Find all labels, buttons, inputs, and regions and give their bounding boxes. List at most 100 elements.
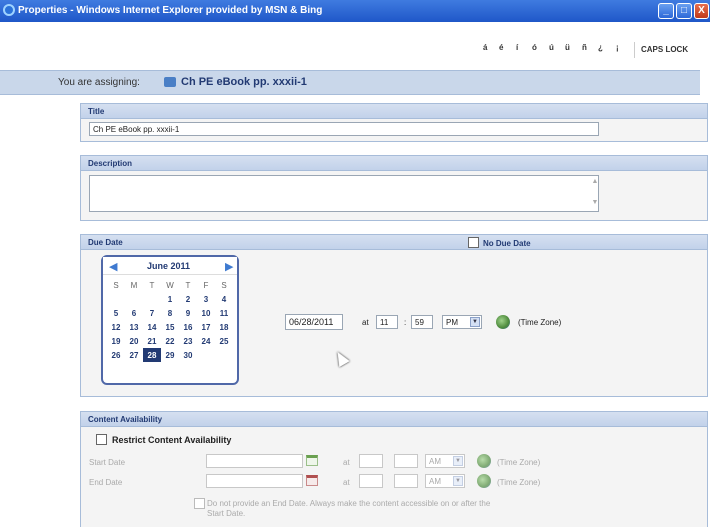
char-button[interactable]: í (516, 43, 518, 52)
calendar-empty-cell (197, 348, 215, 362)
char-button[interactable]: é (499, 43, 503, 52)
calendar-day[interactable]: 27 (125, 348, 143, 362)
calendar-weekday: S (221, 280, 227, 290)
scroll-up-icon[interactable]: ▲ (590, 178, 600, 188)
caps-lock-button[interactable]: CAPS LOCK (634, 42, 698, 58)
scroll-down-icon[interactable]: ▼ (590, 199, 600, 209)
char-button[interactable]: ¡ (616, 43, 619, 52)
end-minute-input[interactable] (394, 474, 418, 488)
no-end-date-checkbox[interactable] (194, 498, 205, 509)
char-button[interactable]: ó (532, 43, 537, 52)
calendar-day[interactable]: 6 (125, 306, 143, 320)
calendar-day[interactable]: 13 (125, 320, 143, 334)
calendar-day[interactable]: 9 (179, 306, 197, 320)
calendar: ◀ June 2011 ▶ S M T W T F S 1 2 3 4 5 6 7 8 9 10 11 12 13 14… (101, 255, 239, 385)
calendar-day[interactable]: 24 (197, 334, 215, 348)
end-at-label: at (343, 478, 350, 487)
start-time-zone-label[interactable]: (Time Zone) (497, 458, 540, 467)
close-button[interactable]: X (694, 3, 709, 19)
hour-input[interactable]: 11 (376, 315, 398, 329)
assigning-label: You are assigning: (58, 77, 140, 88)
no-end-date-label: Do not provide an End Date. Always make … (207, 499, 491, 518)
no-due-date-label: No Due Date (483, 239, 531, 248)
end-ampm-select[interactable]: AM ▼ (425, 474, 465, 488)
maximize-button[interactable]: □ (676, 3, 692, 19)
char-button[interactable]: ú (549, 43, 554, 52)
due-date-input[interactable]: 06/28/2011 (285, 314, 343, 330)
calendar-day[interactable]: 29 (161, 348, 179, 362)
calendar-day[interactable]: 14 (143, 320, 161, 334)
minimize-button[interactable]: _ (658, 3, 674, 19)
calendar-day[interactable]: 15 (161, 320, 179, 334)
calendar-day[interactable]: 11 (215, 306, 233, 320)
calendar-day[interactable]: 16 (179, 320, 197, 334)
calendar-day[interactable]: 2 (179, 292, 197, 306)
previous-month-icon[interactable]: ◀ (109, 260, 117, 273)
calendar-day[interactable]: 25 (215, 334, 233, 348)
window-title: Properties - Windows Internet Explorer p… (18, 5, 323, 16)
calendar-empty-cell (107, 292, 125, 306)
start-at-label: at (343, 458, 350, 467)
content-availability-section: Content Availability Restrict Content Av… (80, 411, 708, 527)
title-section: Title Ch PE eBook pp. xxxii-1 (80, 103, 708, 142)
start-hour-input[interactable] (359, 454, 383, 468)
description-section-heading: Description (81, 156, 707, 171)
ampm-value: PM (446, 318, 458, 327)
calendar-empty-cell (125, 292, 143, 306)
chevron-down-icon: ▼ (470, 317, 480, 327)
calendar-day[interactable]: 5 (107, 306, 125, 320)
calendar-day[interactable]: 18 (215, 320, 233, 334)
next-month-icon[interactable]: ▶ (225, 260, 233, 273)
end-hour-input[interactable] (359, 474, 383, 488)
minute-input[interactable]: 59 (411, 315, 433, 329)
time-zone-globe-icon[interactable] (496, 315, 510, 329)
restrict-content-checkbox[interactable] (96, 434, 107, 445)
no-due-date-checkbox[interactable] (468, 237, 479, 248)
calendar-day[interactable]: 22 (161, 334, 179, 348)
end-time-zone-label[interactable]: (Time Zone) (497, 478, 540, 487)
calendar-day[interactable]: 20 (125, 334, 143, 348)
window-titlebar: Properties - Windows Internet Explorer p… (0, 0, 710, 22)
calendar-grid: S M T W T F S 1 2 3 4 5 6 7 8 9 10 11 12 13 14 15 16 17 18 19 20 21… (107, 278, 233, 362)
ampm-select[interactable]: PM ▼ (442, 315, 482, 329)
calendar-day[interactable]: 3 (197, 292, 215, 306)
calendar-empty-cell (143, 292, 161, 306)
calendar-day-selected[interactable]: 28 (143, 348, 161, 362)
ebook-icon (164, 77, 176, 87)
calendar-weekday: S (113, 280, 119, 290)
due-date-heading: Due Date (81, 235, 707, 250)
start-ampm-select[interactable]: AM ▼ (425, 454, 465, 468)
time-zone-globe-icon[interactable] (477, 474, 491, 488)
char-button[interactable]: ¿ (598, 43, 603, 52)
calendar-day[interactable]: 17 (197, 320, 215, 334)
title-input[interactable]: Ch PE eBook pp. xxxii-1 (89, 122, 599, 136)
time-zone-label[interactable]: (Time Zone) (518, 318, 561, 327)
chevron-down-icon: ▼ (453, 456, 463, 466)
start-minute-input[interactable] (394, 454, 418, 468)
calendar-day[interactable]: 10 (197, 306, 215, 320)
description-textarea[interactable] (89, 175, 599, 212)
calendar-day[interactable]: 8 (161, 306, 179, 320)
char-button[interactable]: ü (565, 43, 570, 52)
start-ampm-value: AM (429, 457, 441, 466)
time-zone-globe-icon[interactable] (477, 454, 491, 468)
calendar-icon[interactable] (306, 475, 318, 486)
calendar-weekday: T (185, 280, 191, 290)
calendar-icon[interactable] (306, 455, 318, 466)
end-date-input[interactable] (206, 474, 303, 488)
start-date-label: Start Date (89, 458, 126, 467)
char-button[interactable]: ñ (582, 43, 587, 52)
calendar-weekday: M (130, 280, 138, 290)
start-date-input[interactable] (206, 454, 303, 468)
calendar-day[interactable]: 23 (179, 334, 197, 348)
calendar-day[interactable]: 19 (107, 334, 125, 348)
calendar-day[interactable]: 7 (143, 306, 161, 320)
char-button[interactable]: á (483, 43, 487, 52)
calendar-day[interactable]: 26 (107, 348, 125, 362)
calendar-day[interactable]: 30 (179, 348, 197, 362)
calendar-day[interactable]: 1 (161, 292, 179, 306)
calendar-day[interactable]: 4 (215, 292, 233, 306)
calendar-day[interactable]: 12 (107, 320, 125, 334)
chevron-down-icon: ▼ (453, 476, 463, 486)
calendar-day[interactable]: 21 (143, 334, 161, 348)
